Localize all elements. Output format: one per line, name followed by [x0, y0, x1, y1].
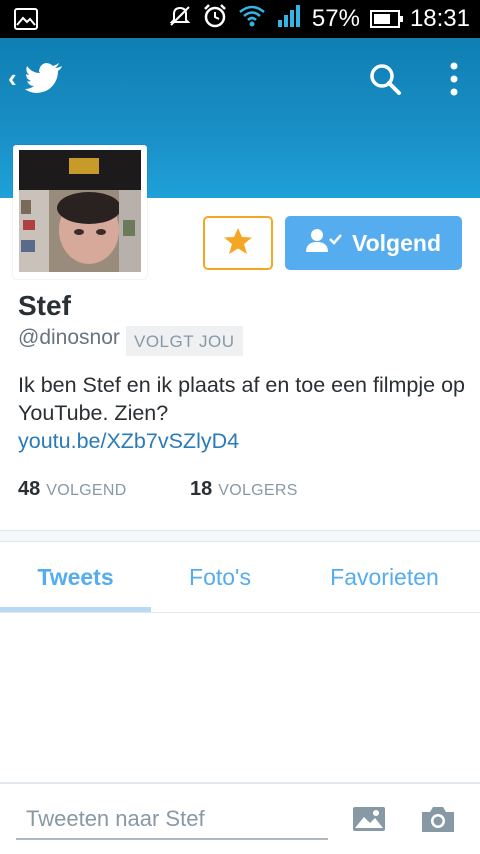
overflow-menu-icon: [440, 62, 468, 104]
battery-icon: [369, 10, 403, 28]
camera-icon: [420, 807, 456, 838]
back-button[interactable]: ‹: [4, 60, 74, 100]
camera-button[interactable]: [420, 804, 456, 834]
followers-count: 18: [190, 478, 213, 500]
following-label: VOLGEND: [46, 482, 127, 499]
photo-icon: [352, 807, 386, 838]
compose-input[interactable]: [16, 800, 328, 840]
avatar: [19, 150, 141, 272]
wifi-icon: [238, 4, 266, 35]
image-notification-icon: [14, 8, 38, 35]
alarm-icon: [202, 3, 228, 36]
compose-bar: [0, 784, 480, 854]
followers-label: VOLGERS: [218, 482, 298, 499]
divider: [0, 612, 480, 613]
profile-tabs: Tweets Foto's Favorieten: [0, 542, 480, 612]
following-button[interactable]: Volgend: [285, 216, 462, 270]
star-icon: [223, 226, 253, 261]
tab-favorites[interactable]: Favorieten: [289, 542, 480, 612]
favorite-button[interactable]: [203, 216, 273, 270]
user-check-icon: [305, 227, 342, 259]
profile-handle: @dinosnor: [18, 326, 120, 349]
following-button-label: Volgend: [351, 229, 441, 256]
signal-icon: [276, 4, 302, 35]
action-bar: ‹: [0, 38, 480, 122]
search-icon: [366, 64, 406, 104]
profile-bio: Ik ben Stef en ik plaats af en toe een f…: [18, 373, 466, 425]
overflow-menu-button[interactable]: [440, 60, 468, 100]
clock: 18:31: [409, 5, 470, 32]
status-bar: 57% 18:31: [0, 0, 480, 38]
avatar-frame[interactable]: [13, 145, 147, 279]
following-count: 48: [18, 478, 41, 500]
section-gap: [0, 531, 480, 541]
photo-button[interactable]: [352, 804, 386, 834]
follows-you-badge: VOLGT JOU: [126, 326, 243, 356]
twitter-bird-icon: [24, 62, 63, 99]
tab-photos[interactable]: Foto's: [151, 542, 289, 612]
followers-stat[interactable]: 18 VOLGERS: [190, 478, 298, 501]
profile-name: Stef: [18, 290, 71, 321]
chevron-left-icon: ‹: [8, 62, 17, 93]
tab-tweets[interactable]: Tweets: [0, 542, 151, 612]
mute-icon: [168, 4, 192, 35]
bio-link[interactable]: youtu.be/XZb7vSZlyD4: [18, 427, 239, 455]
search-button[interactable]: [366, 60, 406, 100]
following-stat[interactable]: 48 VOLGEND: [18, 478, 127, 501]
battery-percent: 57%: [311, 5, 360, 32]
